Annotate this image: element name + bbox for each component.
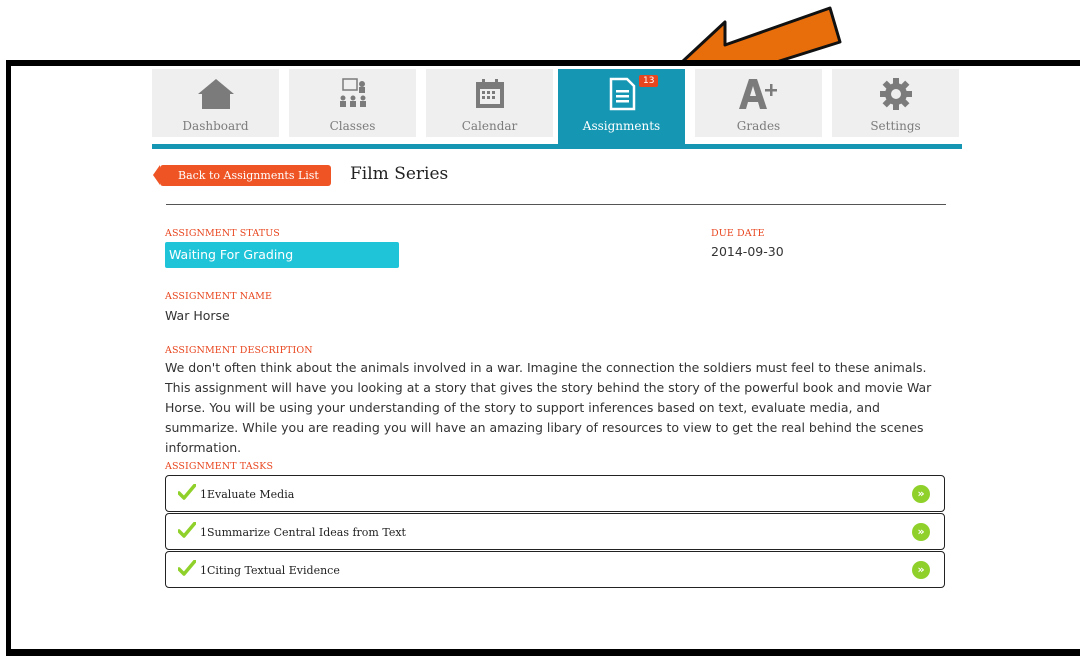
checkmark-icon (177, 483, 197, 504)
task-row[interactable]: 1Summarize Central Ideas from Text » (165, 513, 945, 550)
nav-underline (152, 144, 962, 149)
tab-label: Classes (329, 119, 376, 133)
tab-calendar[interactable]: Calendar (426, 69, 553, 137)
classroom-icon (289, 77, 416, 111)
due-date-value: 2014-09-30 (711, 244, 784, 259)
task-row[interactable]: 1Evaluate Media » (165, 475, 945, 512)
tab-label: Grades (736, 119, 781, 133)
tasks-label: ASSIGNMENT TASKS (165, 461, 274, 472)
tab-label: Dashboard (182, 119, 249, 133)
task-title: 1Summarize Central Ideas from Text (200, 526, 406, 539)
task-list: 1Evaluate Media » 1Summarize Central Ide… (165, 475, 945, 589)
description-label: ASSIGNMENT DESCRIPTION (165, 345, 313, 356)
name-label: ASSIGNMENT NAME (165, 291, 273, 302)
tab-dashboard[interactable]: Dashboard (152, 69, 279, 137)
checkmark-icon (177, 521, 197, 542)
gear-icon (832, 77, 959, 111)
home-icon (152, 77, 279, 111)
main-nav: Dashboard Classes Calendar 13 Assignment… (152, 69, 962, 144)
tab-assignments[interactable]: 13 Assignments (558, 69, 685, 144)
divider (166, 204, 946, 205)
status-label: ASSIGNMENT STATUS (165, 228, 280, 239)
name-value: War Horse (165, 308, 230, 323)
tab-settings[interactable]: Settings (832, 69, 959, 137)
tab-label: Assignments (582, 119, 661, 133)
task-row[interactable]: 1Citing Textual Evidence » (165, 551, 945, 588)
assignment-icon (558, 77, 685, 111)
due-date-label: DUE DATE (711, 228, 765, 239)
task-title: 1Evaluate Media (200, 488, 295, 501)
notification-badge: 13 (639, 75, 659, 87)
calendar-icon (426, 77, 553, 111)
open-task-icon[interactable]: » (912, 561, 930, 579)
tab-label: Calendar (461, 119, 518, 133)
status-badge: Waiting For Grading (165, 242, 399, 268)
tab-classes[interactable]: Classes (289, 69, 416, 137)
open-task-icon[interactable]: » (912, 485, 930, 503)
task-title: 1Citing Textual Evidence (200, 564, 340, 577)
checkmark-icon (177, 559, 197, 580)
app-window: Dashboard Classes Calendar 13 Assignment… (6, 60, 1080, 656)
description-text: We don't often think about the animals i… (165, 360, 932, 455)
grade-a-plus-icon (695, 77, 822, 111)
page-title: Film Series (350, 164, 449, 184)
tab-grades[interactable]: Grades (695, 69, 822, 137)
tab-label: Settings (870, 119, 921, 133)
open-task-icon[interactable]: » (912, 523, 930, 541)
back-to-list-button[interactable]: Back to Assignments List (153, 165, 331, 186)
